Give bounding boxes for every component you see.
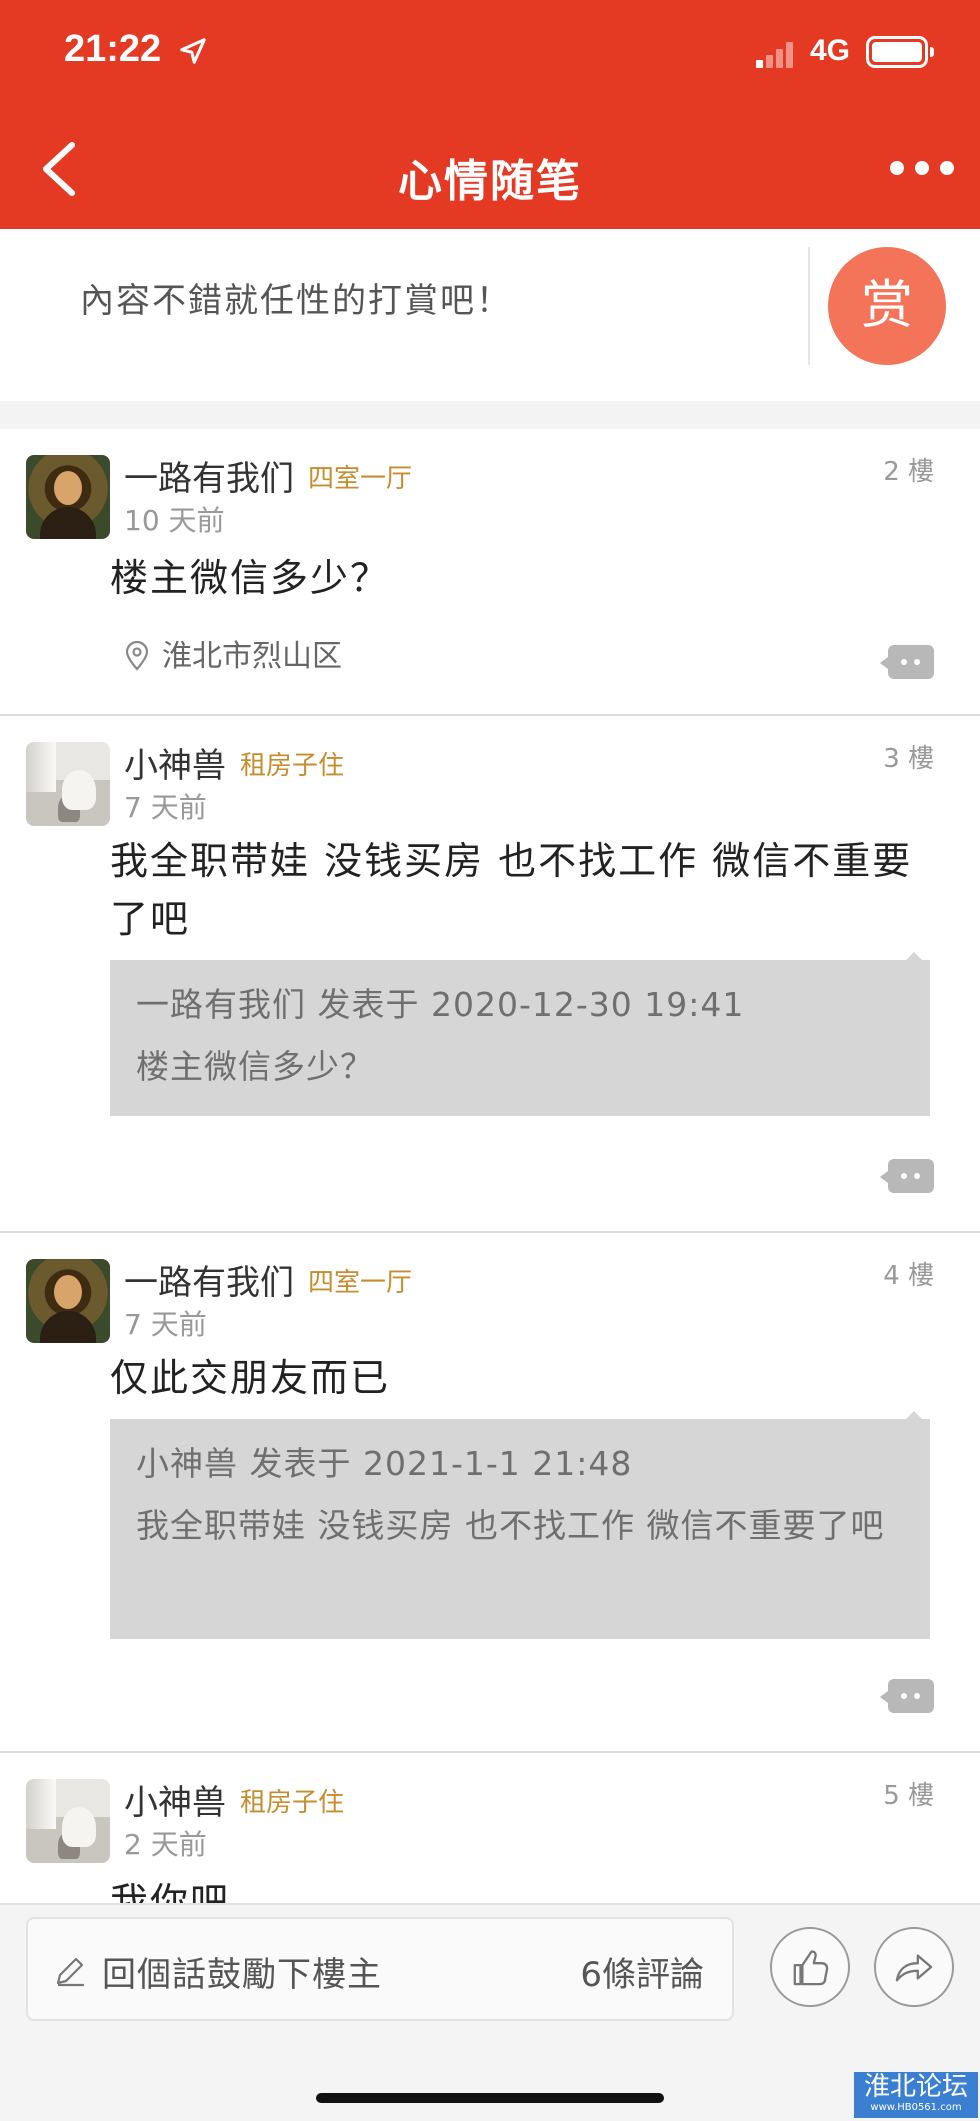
more-icon[interactable] [886,155,958,181]
post-floor-4: 一路有我们 四室一厅 7 天前 4 樓 仅此交朋友而已 小神兽 发表于 2021-… [0,1233,980,1753]
post-time: 7 天前 [124,1308,207,1341]
avatar[interactable] [26,1259,110,1343]
post-author[interactable]: 小神兽 租房子住 [124,738,344,787]
comment-count[interactable]: 6條評論 [580,1947,704,1996]
post-author[interactable]: 一路有我们 四室一厅 [124,1255,412,1304]
post-author[interactable]: 一路有我们 四室一厅 [124,451,412,500]
post-floor-5: 小神兽 租房子住 2 天前 5 樓 我你吧 [0,1753,980,1903]
post-time: 10 天前 [124,504,225,537]
network-type: 4G [810,34,851,67]
quote-body: 楼主微信多少？ [136,1047,374,1086]
home-indicator[interactable] [316,2093,664,2103]
post-content: 我你吧 [110,1880,231,1903]
post-time: 2 天前 [124,1828,207,1861]
post-content: 仅此交朋友而已 [110,1356,391,1400]
reply-icon[interactable] [880,1159,934,1193]
user-rank-badge: 租房子住 [240,751,345,781]
post-floor-2: 一路有我们 四室一厅 10 天前 2 樓 楼主微信多少？ 淮北市烈山区 [0,429,980,716]
bottom-action-bar: 回個話鼓勵下樓主 6條評論 [0,1903,980,2121]
avatar[interactable] [26,742,110,826]
quoted-reply: 一路有我们 发表于 2020-12-30 19:41 楼主微信多少？ [110,952,930,1116]
location-pin-icon [125,641,149,671]
like-button[interactable] [770,1927,850,2007]
user-rank-badge: 四室一厅 [308,1268,413,1298]
quote-body: 我全职带娃 没钱买房 也不找工作 微信不重要了吧 [136,1506,885,1545]
reward-prompt: 內容不錯就任性的打賞吧！ [80,281,512,321]
status-bar: 21:22 4G [0,0,980,105]
user-rank-badge: 四室一厅 [308,464,413,494]
nav-bar: 心情随笔 [0,105,980,229]
avatar[interactable] [26,1779,110,1863]
reply-icon[interactable] [880,645,934,679]
quoted-reply: 小神兽 发表于 2021-1-1 21:48 我全职带娃 没钱买房 也不找工作 … [110,1411,930,1639]
location-arrow-icon [180,38,206,64]
comment-input[interactable]: 回個話鼓勵下樓主 6條評論 [26,1917,734,2021]
quote-header: 小神兽 发表于 2021-1-1 21:48 [136,1444,633,1483]
page-title: 心情随笔 [398,156,582,207]
quote-header: 一路有我们 发表于 2020-12-30 19:41 [136,985,745,1024]
avatar[interactable] [26,455,110,539]
reply-icon[interactable] [880,1679,934,1713]
status-time: 21:22 [64,28,162,70]
reward-panel: 內容不錯就任性的打賞吧！ 赏 [0,229,980,401]
floor-number: 5 樓 [883,1781,934,1811]
reward-button[interactable]: 赏 [828,247,946,365]
post-author[interactable]: 小神兽 租房子住 [124,1775,344,1824]
user-rank-badge: 租房子住 [240,1788,345,1818]
battery-icon [866,36,934,68]
floor-number: 3 樓 [883,744,934,774]
floor-number: 2 樓 [883,457,934,487]
post-location: 淮北市烈山区 [124,631,342,675]
share-button[interactable] [874,1927,954,2007]
site-watermark: 淮北论坛 www.HB0561.com [854,2072,978,2118]
post-time: 7 天前 [124,791,207,824]
signal-strength-icon [756,40,796,68]
pencil-icon [56,1957,84,1987]
post-content: 楼主微信多少？ [110,556,391,600]
floor-number: 4 樓 [883,1261,934,1291]
app-header: 21:22 4G 心情随笔 [0,0,980,229]
post-content: 我全职带娃 没钱买房 也不找工作 微信不重要了吧 [110,839,913,941]
comment-placeholder: 回個話鼓勵下樓主 [102,1955,382,1995]
thumbs-up-icon [793,1950,829,1986]
divider [808,247,810,365]
post-floor-3: 小神兽 租房子住 7 天前 3 樓 我全职带娃 没钱买房 也不找工作 微信不重要了… [0,716,980,1233]
share-arrow-icon [895,1954,933,1982]
